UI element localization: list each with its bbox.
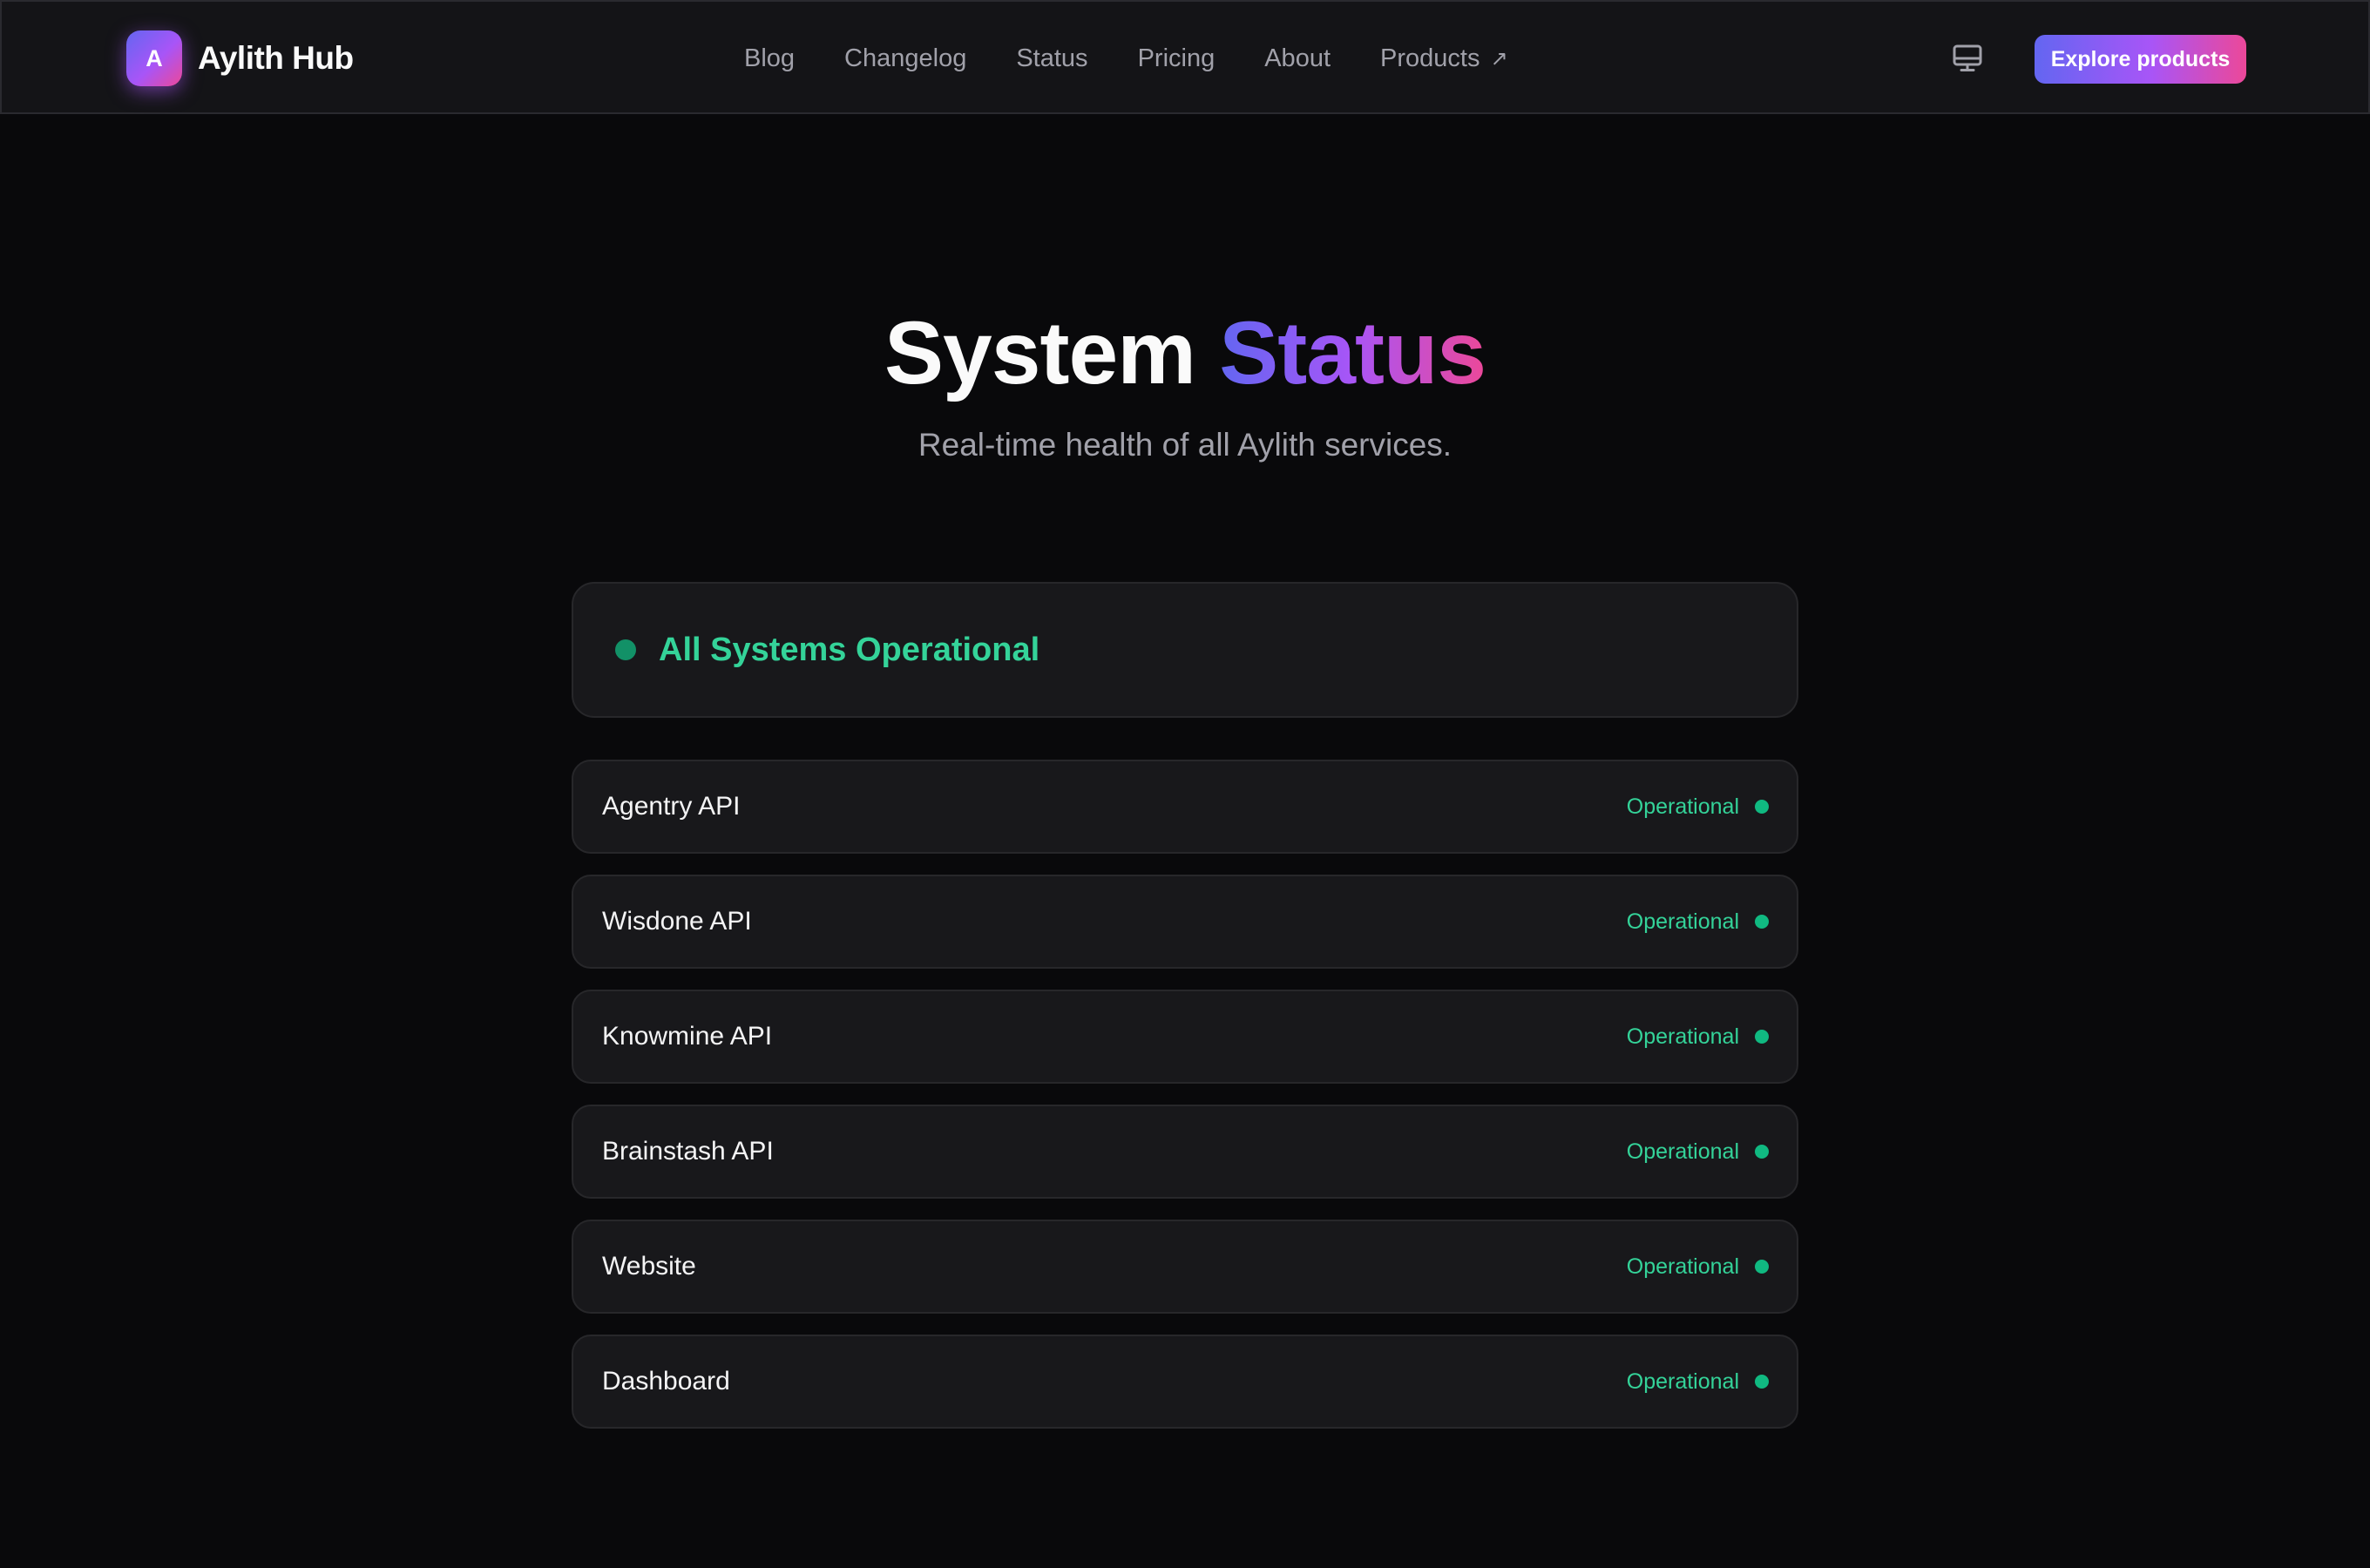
status-dot-icon <box>1755 915 1769 929</box>
monitor-icon <box>1953 44 1982 71</box>
service-status-list: Agentry API Operational Wisdone API Oper… <box>572 760 1798 1450</box>
service-status-text: Operational <box>1626 794 1739 819</box>
logo-badge: A <box>126 30 182 86</box>
top-navbar: A Aylith Hub Blog Changelog Status Prici… <box>0 0 2370 114</box>
service-row-brainstash-api: Brainstash API Operational <box>572 1105 1798 1199</box>
service-name: Agentry API <box>602 792 741 821</box>
nav-link-blog[interactable]: Blog <box>744 44 795 73</box>
service-status: Operational <box>1627 1139 1769 1165</box>
service-name: Dashboard <box>602 1367 730 1396</box>
nav-link-about[interactable]: About <box>1264 44 1331 73</box>
service-name: Brainstash API <box>602 1137 774 1166</box>
service-status-text: Operational <box>1626 909 1739 934</box>
status-dot-icon <box>1755 1030 1769 1044</box>
service-status-text: Operational <box>1626 1024 1739 1049</box>
page-title: System Status <box>0 296 2370 409</box>
nav-link-products-label: Products <box>1380 44 1480 72</box>
service-row-dashboard: Dashboard Operational <box>572 1335 1798 1429</box>
main-nav: Blog Changelog Status Pricing About Prod… <box>744 41 1508 76</box>
status-dot-icon <box>1755 1260 1769 1274</box>
brand-name: Aylith Hub <box>198 40 354 76</box>
nav-link-pricing[interactable]: Pricing <box>1138 44 1215 73</box>
service-status: Operational <box>1627 1369 1769 1395</box>
page-title-accent: Status <box>1219 303 1486 402</box>
service-row-knowmine-api: Knowmine API Operational <box>572 990 1798 1084</box>
nav-link-status[interactable]: Status <box>1016 44 1087 73</box>
service-name: Website <box>602 1252 696 1281</box>
service-name: Knowmine API <box>602 1022 773 1051</box>
nav-link-products[interactable]: Products ↗ <box>1380 44 1508 73</box>
service-name: Wisdone API <box>602 907 752 936</box>
nav-link-changelog[interactable]: Changelog <box>844 44 966 73</box>
status-dot-icon <box>1755 1145 1769 1159</box>
service-status: Operational <box>1627 1024 1769 1050</box>
service-status: Operational <box>1627 1254 1769 1280</box>
brand-logo[interactable]: A Aylith Hub <box>126 30 354 86</box>
service-row-website: Website Operational <box>572 1220 1798 1314</box>
overall-status-dot <box>615 639 636 660</box>
page-subtitle: Real-time health of all Aylith services. <box>918 427 1452 463</box>
page-title-plain: System <box>884 303 1196 402</box>
status-dot-icon <box>1755 800 1769 814</box>
service-status-text: Operational <box>1626 1254 1739 1279</box>
explore-products-button[interactable]: Explore products <box>2035 35 2246 84</box>
service-status: Operational <box>1627 794 1769 820</box>
service-status-text: Operational <box>1626 1369 1739 1394</box>
external-arrow-icon: ↗ <box>1490 46 1508 71</box>
service-row-agentry-api: Agentry API Operational <box>572 760 1798 854</box>
overall-status-card: All Systems Operational <box>572 582 1798 718</box>
status-dot-icon <box>1755 1375 1769 1389</box>
theme-toggle-button[interactable] <box>1948 41 1987 76</box>
service-status-text: Operational <box>1626 1139 1739 1164</box>
service-row-wisdone-api: Wisdone API Operational <box>572 875 1798 969</box>
overall-status-text: All Systems Operational <box>659 631 1040 668</box>
service-status: Operational <box>1627 909 1769 935</box>
